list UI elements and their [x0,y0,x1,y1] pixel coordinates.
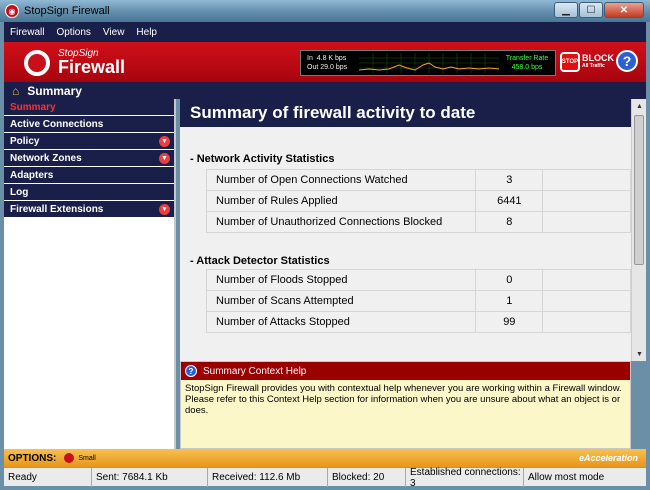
block-all-traffic-button[interactable]: STOP BLOCK All Traffic [560,50,614,74]
sidebar-item-adapters[interactable]: Adapters [4,167,174,184]
options-label: OPTIONS: [8,452,57,464]
eacceleration-logo: eAcceleration [578,453,638,463]
main-panel: Summary of firewall activity to date - N… [180,99,646,361]
status-sent: Sent: 7684.1 Kb [92,468,208,487]
app-icon: ◉ [5,4,19,18]
block-sublabel: All Traffic [582,63,605,69]
window-title: StopSign Firewall [24,5,110,17]
traffic-meter: In 4.8 K bps Out 29.0 bps Transfer Rate … [300,50,556,76]
network-stats-table: Number of Open Connections Watched 3 Num… [205,169,631,233]
sidebar-item-active-connections[interactable]: Active Connections [4,116,174,133]
status-established: Established connections: 3 [406,467,524,489]
question-icon: ? [185,365,197,377]
traffic-graph [359,53,499,73]
in-label: In [307,55,313,62]
menu-bar: Firewall Options View Help [4,22,646,42]
section-title: Summary [27,83,82,98]
small-size-label[interactable]: Small [78,455,96,462]
sidebar-item-summary[interactable]: Summary [4,99,174,116]
stat-label: Number of Open Connections Watched [205,169,476,191]
help-icon[interactable]: ? [616,50,638,72]
status-bar: Ready Sent: 7684.1 Kb Received: 112.6 Mb… [4,467,646,489]
status-ready: Ready [4,468,92,487]
page-title: Summary of firewall activity to date [180,99,631,127]
sidebar-item-label: Firewall Extensions [10,203,104,215]
attack-stats-title[interactable]: - Attack Detector Statistics [190,255,330,267]
title-bar: ◉ StopSign Firewall ▁ ☐ ✕ [0,0,650,22]
sidebar-item-label: Summary [10,101,56,113]
sidebar-item-log[interactable]: Log [4,184,174,201]
menu-firewall[interactable]: Firewall [4,27,50,38]
table-row: Number of Open Connections Watched 3 [205,169,631,191]
expand-chevron-icon[interactable]: ▼ [159,153,170,164]
context-help-text: StopSign Firewall provides you with cont… [185,383,622,416]
status-received: Received: 112.6 Mb [208,468,328,487]
menu-help[interactable]: Help [130,27,163,38]
out-value: 29.0 bps [320,64,348,71]
context-help-panel: ? Summary Context Help StopSign Firewall… [180,361,631,449]
table-row: Number of Scans Attempted 1 [205,290,631,312]
in-value: 4.8 K bps [316,55,347,62]
context-help-header: ? Summary Context Help [181,362,630,380]
sidebar-item-label: Policy [10,135,40,147]
sidebar: Summary Active Connections Policy ▼ Netw… [4,99,176,449]
options-bar: OPTIONS: Small eAcceleration [4,449,646,467]
status-mode: Allow most mode [528,472,605,483]
sidebar-item-label: Network Zones [10,152,82,164]
logo-icon [24,50,50,76]
stat-value: 99 [475,311,544,333]
attack-stats-table: Number of Floods Stopped 0 Number of Sca… [205,269,631,333]
home-icon: ⌂ [12,83,20,98]
stopsign-logo: StopSign Firewall [4,42,154,82]
sidebar-item-firewall-extensions[interactable]: Firewall Extensions ▼ [4,201,174,218]
scroll-thumb[interactable] [634,115,644,265]
expand-chevron-icon[interactable]: ▼ [159,136,170,147]
sidebar-item-network-zones[interactable]: Network Zones ▼ [4,150,174,167]
transfer-label: Transfer Rate [505,55,549,62]
stat-label: Number of Unauthorized Connections Block… [205,211,476,233]
transfer-value: 458.0 bps [511,64,543,71]
sidebar-item-label: Log [10,186,29,198]
stat-label: Number of Rules Applied [205,190,476,212]
stat-value: 1 [475,290,544,312]
menu-view[interactable]: View [97,27,131,38]
small-size-icon[interactable] [64,453,75,463]
scroll-down-icon[interactable]: ▼ [632,347,646,361]
sidebar-item-policy[interactable]: Policy ▼ [4,133,174,150]
stat-label: Number of Scans Attempted [205,290,476,312]
stat-value: 6441 [475,190,544,212]
section-bar: ⌂ Summary [4,82,646,99]
table-row: Number of Unauthorized Connections Block… [205,211,631,233]
sidebar-item-label: Adapters [10,169,54,181]
logo-title: Firewall [58,57,126,77]
scroll-up-icon[interactable]: ▲ [632,99,646,113]
stat-label: Number of Floods Stopped [205,269,476,291]
table-row: Number of Floods Stopped 0 [205,269,631,291]
close-button[interactable]: ✕ [604,2,644,18]
sidebar-item-label: Active Connections [10,118,104,130]
status-blocked: Blocked: 20 [328,468,406,487]
network-stats-title[interactable]: - Network Activity Statistics [190,153,334,165]
stat-value: 3 [475,169,544,191]
context-help-title: Summary Context Help [203,365,307,377]
table-row: Number of Rules Applied 6441 [205,190,631,212]
stat-label: Number of Attacks Stopped [205,311,476,333]
window-controls: ▁ ☐ ✕ [554,2,644,18]
banner: StopSign Firewall In 4.8 K bps Out 29.0 … [4,42,646,82]
expand-chevron-icon[interactable]: ▼ [159,204,170,215]
stop-sign-icon: STOP [560,52,580,72]
out-label: Out [307,64,319,71]
minimize-button[interactable]: ▁ [554,2,578,18]
stat-value: 0 [475,269,544,291]
table-row: Number of Attacks Stopped 99 [205,311,631,333]
menu-options[interactable]: Options [50,27,96,38]
maximize-button[interactable]: ☐ [579,2,603,18]
stat-value: 8 [475,211,544,233]
vertical-scrollbar[interactable]: ▲ ▼ [631,99,646,361]
